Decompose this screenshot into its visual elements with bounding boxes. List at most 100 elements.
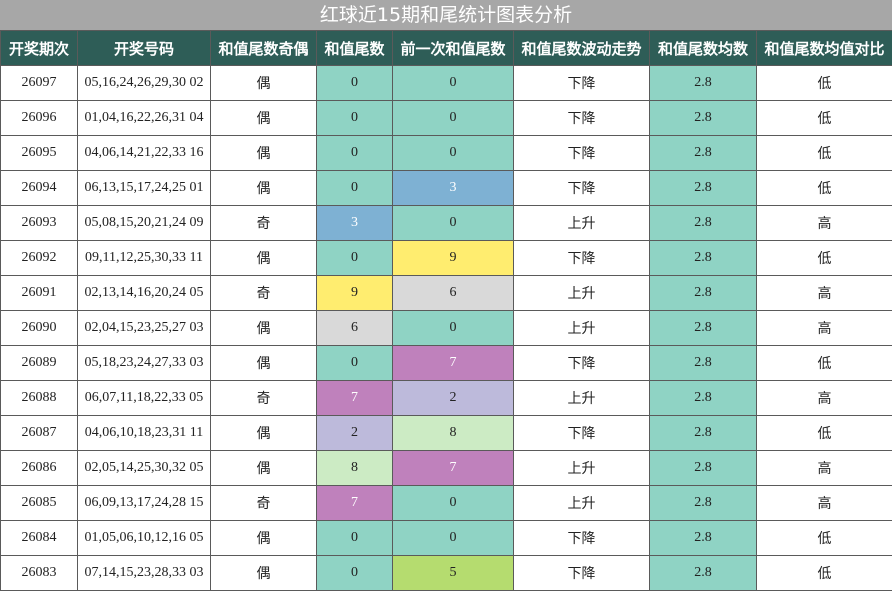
cell-average: 2.8 [649, 240, 757, 276]
cell-prev-tail: 7 [392, 345, 514, 381]
table-row: 26092 09,11,12,25,30,33 11 偶 0 9 下降 2.8 低 [0, 240, 892, 276]
header-row: 开奖期次 开奖号码 和值尾数奇偶 和值尾数 前一次和值尾数 和值尾数波动走势 和… [0, 30, 892, 66]
cell-prev-tail: 2 [392, 380, 514, 416]
cell-parity: 偶 [210, 450, 317, 486]
cell-period: 26085 [0, 485, 78, 521]
cell-parity: 偶 [210, 135, 317, 171]
cell-prev-tail: 7 [392, 450, 514, 486]
cell-prev-tail: 0 [392, 100, 514, 136]
cell-numbers: 06,13,15,17,24,25 01 [77, 170, 211, 206]
table-row: 26084 01,05,06,10,12,16 05 偶 0 0 下降 2.8 低 [0, 520, 892, 556]
cell-compare: 低 [756, 170, 892, 206]
cell-period: 26083 [0, 555, 78, 591]
cell-tail: 7 [316, 380, 393, 416]
cell-compare: 高 [756, 485, 892, 521]
table-row: 26096 01,04,16,22,26,31 04 偶 0 0 下降 2.8 低 [0, 100, 892, 136]
cell-parity: 偶 [210, 100, 317, 136]
cell-trend: 下降 [513, 170, 650, 206]
col-header-numbers: 开奖号码 [77, 30, 211, 66]
cell-numbers: 01,05,06,10,12,16 05 [77, 520, 211, 556]
cell-average: 2.8 [649, 275, 757, 311]
cell-average: 2.8 [649, 135, 757, 171]
cell-tail: 0 [316, 555, 393, 591]
cell-trend: 下降 [513, 100, 650, 136]
cell-trend: 下降 [513, 65, 650, 101]
cell-prev-tail: 0 [392, 310, 514, 346]
cell-parity: 偶 [210, 345, 317, 381]
table-row: 26090 02,04,15,23,25,27 03 偶 6 0 上升 2.8 高 [0, 310, 892, 346]
col-header-average: 和值尾数均数 [649, 30, 757, 66]
cell-compare: 低 [756, 555, 892, 591]
cell-numbers: 05,18,23,24,27,33 03 [77, 345, 211, 381]
cell-trend: 上升 [513, 485, 650, 521]
table-row: 26085 06,09,13,17,24,28 15 奇 7 0 上升 2.8 高 [0, 485, 892, 521]
cell-parity: 奇 [210, 485, 317, 521]
cell-trend: 下降 [513, 345, 650, 381]
cell-period: 26089 [0, 345, 78, 381]
cell-period: 26094 [0, 170, 78, 206]
cell-parity: 偶 [210, 240, 317, 276]
cell-numbers: 01,04,16,22,26,31 04 [77, 100, 211, 136]
cell-prev-tail: 0 [392, 205, 514, 241]
cell-tail: 9 [316, 275, 393, 311]
table-row: 26091 02,13,14,16,20,24 05 奇 9 6 上升 2.8 高 [0, 275, 892, 311]
cell-numbers: 02,13,14,16,20,24 05 [77, 275, 211, 311]
cell-compare: 高 [756, 380, 892, 416]
cell-tail: 6 [316, 310, 393, 346]
cell-trend: 下降 [513, 135, 650, 171]
cell-numbers: 06,09,13,17,24,28 15 [77, 485, 211, 521]
cell-numbers: 04,06,14,21,22,33 16 [77, 135, 211, 171]
cell-prev-tail: 0 [392, 520, 514, 556]
cell-tail: 0 [316, 135, 393, 171]
cell-period: 26091 [0, 275, 78, 311]
cell-tail: 0 [316, 345, 393, 381]
cell-period: 26087 [0, 415, 78, 451]
cell-average: 2.8 [649, 485, 757, 521]
cell-compare: 低 [756, 240, 892, 276]
cell-tail: 7 [316, 485, 393, 521]
cell-numbers: 07,14,15,23,28,33 03 [77, 555, 211, 591]
cell-prev-tail: 0 [392, 135, 514, 171]
cell-average: 2.8 [649, 100, 757, 136]
cell-average: 2.8 [649, 205, 757, 241]
col-header-compare: 和值尾数均值对比 [756, 30, 892, 66]
cell-tail: 0 [316, 100, 393, 136]
table-row: 26094 06,13,15,17,24,25 01 偶 0 3 下降 2.8 低 [0, 170, 892, 206]
cell-parity: 偶 [210, 520, 317, 556]
cell-compare: 低 [756, 135, 892, 171]
cell-average: 2.8 [649, 310, 757, 346]
cell-numbers: 09,11,12,25,30,33 11 [77, 240, 211, 276]
cell-tail: 0 [316, 65, 393, 101]
cell-period: 26088 [0, 380, 78, 416]
cell-trend: 上升 [513, 275, 650, 311]
col-header-period: 开奖期次 [0, 30, 78, 66]
cell-compare: 低 [756, 520, 892, 556]
cell-average: 2.8 [649, 450, 757, 486]
cell-average: 2.8 [649, 345, 757, 381]
cell-compare: 低 [756, 100, 892, 136]
cell-prev-tail: 3 [392, 170, 514, 206]
table-row: 26093 05,08,15,20,21,24 09 奇 3 0 上升 2.8 高 [0, 205, 892, 241]
col-header-trend: 和值尾数波动走势 [513, 30, 650, 66]
cell-numbers: 02,04,15,23,25,27 03 [77, 310, 211, 346]
cell-compare: 高 [756, 310, 892, 346]
cell-parity: 偶 [210, 555, 317, 591]
cell-parity: 偶 [210, 415, 317, 451]
cell-trend: 下降 [513, 240, 650, 276]
cell-prev-tail: 0 [392, 65, 514, 101]
cell-tail: 2 [316, 415, 393, 451]
table-row: 26086 02,05,14,25,30,32 05 偶 8 7 上升 2.8 高 [0, 450, 892, 486]
cell-numbers: 04,06,10,18,23,31 11 [77, 415, 211, 451]
cell-prev-tail: 0 [392, 485, 514, 521]
cell-compare: 低 [756, 415, 892, 451]
cell-average: 2.8 [649, 520, 757, 556]
cell-tail: 0 [316, 240, 393, 276]
cell-parity: 偶 [210, 170, 317, 206]
cell-average: 2.8 [649, 170, 757, 206]
cell-period: 26086 [0, 450, 78, 486]
table-row: 26088 06,07,11,18,22,33 05 奇 7 2 上升 2.8 高 [0, 380, 892, 416]
col-header-parity: 和值尾数奇偶 [210, 30, 317, 66]
cell-trend: 下降 [513, 555, 650, 591]
cell-trend: 上升 [513, 450, 650, 486]
cell-numbers: 05,08,15,20,21,24 09 [77, 205, 211, 241]
